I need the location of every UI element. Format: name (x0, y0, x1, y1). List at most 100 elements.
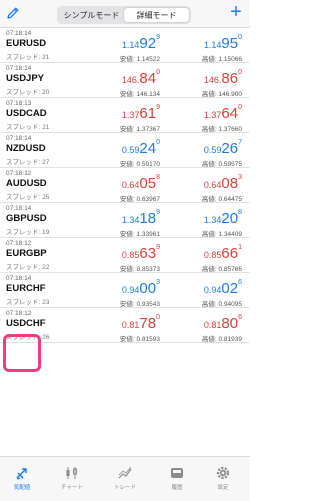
quote-time: 07:18:13 (6, 100, 32, 107)
bid-price-prefix: 0.81 (121, 320, 140, 330)
quote-row[interactable]: 07:18:14 EURCHF スプレッド: 23 0.94003 0.9402… (0, 273, 250, 308)
quote-spread: スプレッド: 22 (6, 264, 50, 271)
quote-high: 高値: 0.81939 (201, 336, 242, 343)
ask-price-prefix: 1.14 (203, 40, 222, 50)
bottom-tab-bar: 気配値 チャート トレード 履歴 設定 (0, 456, 250, 501)
quote-high: 高値: 1.34409 (201, 231, 242, 238)
quote-high: 高値: 146.900 (201, 91, 242, 98)
quote-high: 高値: 1.37660 (201, 126, 242, 133)
quote-spread: スプレッド: 27 (6, 159, 50, 166)
segment-detail-mode[interactable]: 詳細モード (124, 8, 189, 22)
tab-settings-label: 設定 (217, 485, 229, 491)
ask-price: 1.37640 (172, 104, 242, 123)
bid-price-main: 92 (139, 35, 157, 52)
quote-symbol: USDCAD (6, 108, 47, 119)
tab-trade-label: トレード (113, 485, 136, 491)
quote-high: 高値: 1.15066 (201, 56, 242, 63)
ask-price: 1.14950 (172, 34, 242, 53)
bid-price-main: 24 (139, 140, 157, 157)
ask-price-prefix: 146. (203, 75, 222, 85)
ask-price: 0.81806 (172, 314, 242, 333)
quote-low: 安値: 0.59170 (119, 161, 160, 168)
ask-price-pip: 3 (238, 174, 242, 181)
quote-time: 07:18:12 (6, 310, 32, 317)
highlight-box (3, 334, 41, 372)
ask-price-pip: 0 (238, 104, 242, 111)
quote-time: 07:18:14 (6, 135, 32, 142)
bid-price: 0.59240 (90, 139, 160, 158)
quote-spread: スプレッド: 25 (6, 194, 50, 201)
quote-low: 安値: 1.14522 (119, 56, 160, 63)
ask-price: 146.860 (172, 69, 242, 88)
tab-trade[interactable]: トレード (103, 461, 147, 499)
pencil-edit-icon[interactable] (5, 5, 21, 21)
quotes-arrows-icon (16, 468, 27, 480)
quote-row[interactable]: 07:18:14 EURUSD スプレッド: 21 1.14929 1.1495… (0, 28, 250, 63)
quote-symbol: USDCHF (6, 318, 46, 329)
quote-symbol: AUDUSD (6, 178, 47, 189)
ask-price-main: 08 (221, 175, 239, 192)
tab-history-label: 履歴 (171, 485, 183, 491)
quote-symbol: EURUSD (6, 38, 47, 49)
bid-price: 0.94003 (90, 279, 160, 298)
segment-simple-mode[interactable]: シンプルモード (59, 8, 124, 22)
quote-row[interactable]: 07:18:14 NZDUSD スプレッド: 27 0.59240 0.5926… (0, 133, 250, 168)
mode-segmented-control: シンプルモード 詳細モード (57, 6, 191, 24)
ask-price: 0.59267 (172, 139, 242, 158)
quote-time: 07:18:12 (6, 240, 32, 247)
ask-price-main: 20 (221, 210, 239, 227)
bid-price-main: 05 (139, 175, 157, 192)
top-bar: シンプルモード 詳細モード + (0, 0, 250, 28)
tab-history[interactable]: 履歴 (155, 461, 199, 499)
quote-high: 高値: 0.94095 (201, 301, 242, 308)
ask-price-pip: 0 (238, 34, 242, 41)
ask-price-prefix: 1.37 (203, 110, 222, 120)
bid-price-prefix: 0.59 (121, 145, 140, 155)
quote-row[interactable]: 07:18:13 USDCAD スプレッド: 21 1.37619 1.3764… (0, 98, 250, 133)
quote-spread: スプレッド: 21 (6, 54, 50, 61)
bid-price-pip: 9 (156, 244, 160, 251)
quote-time: 07:18:12 (6, 170, 32, 177)
ask-price-main: 02 (221, 280, 239, 297)
bid-price-main: 18 (139, 210, 157, 227)
quote-time: 07:18:14 (6, 30, 32, 37)
quote-symbol: EURCHF (6, 283, 46, 294)
tab-quotes[interactable]: 気配値 (0, 461, 44, 499)
add-symbol-icon[interactable]: + (226, 2, 246, 22)
ask-price: 1.34208 (172, 209, 242, 228)
bid-price-prefix: 1.14 (121, 40, 140, 50)
bid-price-prefix: 1.37 (121, 110, 140, 120)
bid-price-pip: 9 (156, 34, 160, 41)
ask-price-pip: 6 (238, 279, 242, 286)
quote-time: 07:18:14 (6, 205, 32, 212)
ask-price-main: 26 (221, 140, 239, 157)
bid-price-pip: 0 (156, 314, 160, 321)
tab-chart-label: チャート (61, 485, 83, 491)
quote-row[interactable]: 07:18:12 AUDUSD スプレッド: 25 0.64058 0.6408… (0, 168, 250, 203)
tab-chart[interactable]: チャート (50, 461, 94, 499)
quote-row[interactable]: 07:18:14 USDJPY スプレッド: 20 146.840 146.86… (0, 63, 250, 98)
quote-row[interactable]: 07:18:12 EURGBP スプレッド: 22 0.85639 0.8566… (0, 238, 250, 273)
ask-price: 0.94026 (172, 279, 242, 298)
bid-price-pip: 9 (156, 104, 160, 111)
tab-settings[interactable]: 設定 (201, 461, 245, 499)
quote-spread: スプレッド: 21 (6, 124, 50, 131)
bid-price-main: 63 (139, 245, 157, 262)
candlestick-chart-icon (66, 467, 77, 479)
trade-chart-icon (118, 466, 132, 479)
ask-price-prefix: 0.64 (203, 180, 222, 190)
quote-row[interactable]: 07:18:14 GBPUSD スプレッド: 19 1.34189 1.3420… (0, 203, 250, 238)
bid-price: 0.81780 (90, 314, 160, 333)
bid-price-pip: 9 (156, 209, 160, 216)
quote-spread: スプレッド: 20 (6, 89, 50, 96)
ask-price: 0.64083 (172, 174, 242, 193)
ask-price-main: 86 (221, 70, 239, 87)
ask-price-prefix: 0.81 (203, 320, 222, 330)
ask-price-pip: 7 (238, 139, 242, 146)
bid-price-prefix: 146. (121, 75, 140, 85)
ask-price-prefix: 0.85 (203, 250, 222, 260)
quote-low: 安値: 1.33961 (119, 231, 160, 238)
bid-price-main: 78 (139, 315, 157, 332)
bid-price-pip: 0 (156, 139, 160, 146)
quote-high: 高値: 0.85766 (201, 266, 242, 273)
